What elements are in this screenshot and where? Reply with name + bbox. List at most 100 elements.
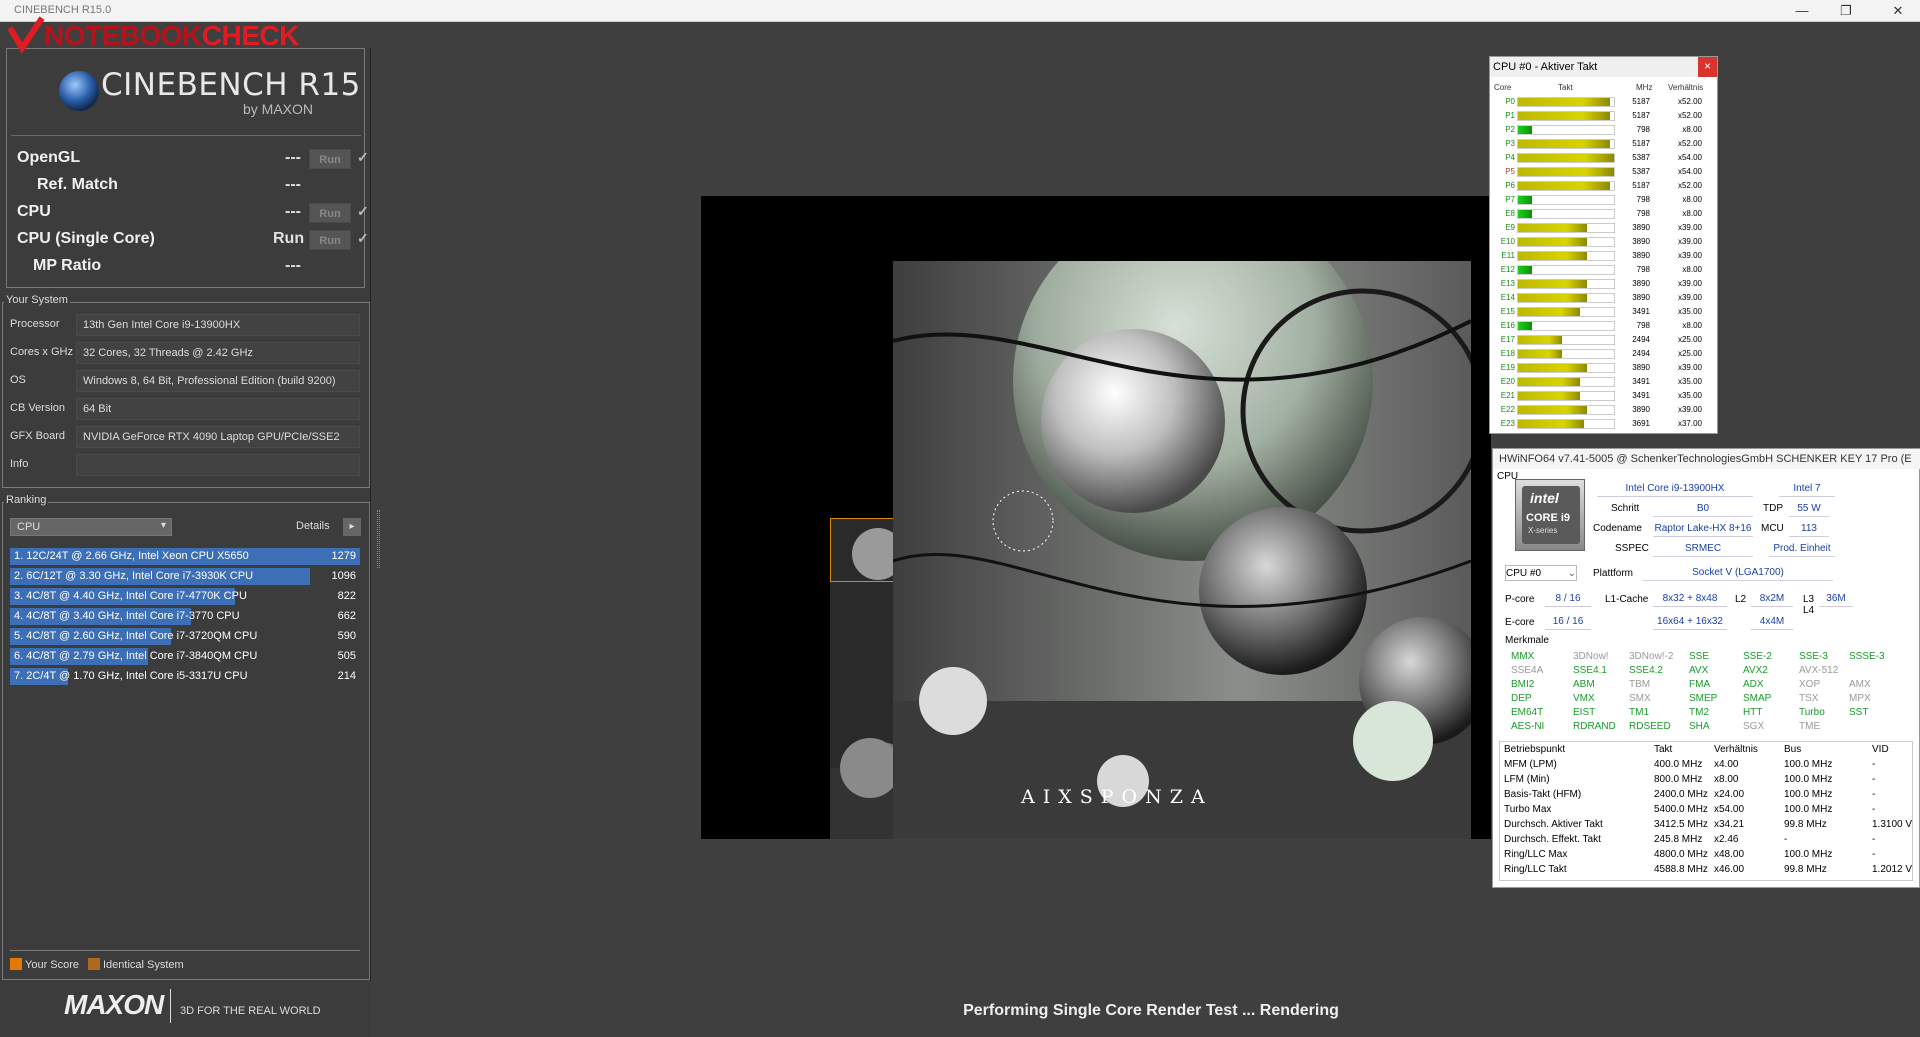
core-bar-track (1517, 223, 1615, 233)
feature-flag: SSE (1689, 651, 1710, 662)
aixsponza-logo: AIXSPONZA (1020, 786, 1213, 808)
core-bar-track (1517, 321, 1615, 331)
ranking-select[interactable]: CPU ▾ (10, 518, 172, 536)
core-ratio: x25.00 (1677, 349, 1702, 358)
cpu-clock-title[interactable]: CPU #0 - Aktiver Takt (1490, 57, 1717, 77)
feature-flag: TSX (1799, 693, 1819, 704)
op-cell: x8.00 (1714, 774, 1739, 785)
core-ratio: x52.00 (1677, 181, 1702, 190)
core-row: E23 3691 x37.00 (1490, 417, 1717, 431)
op-cell: MFM (LPM) (1504, 759, 1557, 770)
core-row: E14 3890 x39.00 (1490, 291, 1717, 305)
ranking-row[interactable]: 6. 4C/8T @ 2.79 GHz, Intel Core i7-3840Q… (10, 648, 360, 665)
system-value: 64 Bit (76, 398, 360, 420)
run-cpu-single-button[interactable]: Run (309, 230, 351, 250)
operating-points-table: Betriebspunkt Takt Verhältnis Bus VID MFM (LP… (1499, 741, 1913, 881)
core-name: P5 (1505, 167, 1515, 176)
core-name: P6 (1505, 181, 1515, 190)
feature-flag: AMX (1849, 679, 1871, 690)
maxon-logo: MAXON (64, 989, 164, 1020)
feature-flag: SMEP (1689, 693, 1718, 704)
cpu-clock-window: CPU #0 - Aktiver Takt × Core Takt MHz Ve… (1489, 56, 1718, 434)
run-opengl-button[interactable]: Run (309, 149, 351, 169)
maximize-button[interactable]: ❐ (1824, 0, 1868, 22)
op-cell: 100.0 MHz (1784, 849, 1833, 860)
core-mhz: 3890 (1632, 363, 1650, 372)
divider (11, 135, 361, 136)
core-name: E17 (1500, 335, 1515, 344)
render-bucket (830, 518, 894, 582)
ranking-row[interactable]: 3. 4C/8T @ 4.40 GHz, Intel Core i7-4770K… (10, 588, 360, 605)
core-bar-track (1517, 97, 1615, 107)
feature-flag: ADX (1743, 679, 1764, 690)
core-bar-track (1517, 181, 1615, 191)
cpu-select[interactable]: CPU #0 ⌄ (1505, 565, 1577, 581)
splitter-handle[interactable] (377, 510, 380, 568)
core-row: E9 3890 x39.00 (1490, 221, 1717, 235)
l3-value: 36M (1819, 591, 1853, 607)
badge-brand: intel (1530, 490, 1559, 506)
core-ratio: x25.00 (1677, 335, 1702, 344)
core-bar-fill (1518, 238, 1588, 246)
close-button[interactable]: ✕ (1876, 0, 1920, 22)
schritt-label: Schritt (1611, 503, 1640, 514)
core-row: E16 798 x8.00 (1490, 319, 1717, 333)
op-row: LFM (Min) 800.0 MHz x8.00 100.0 MHz - (1504, 774, 1916, 789)
core-name: P0 (1505, 97, 1515, 106)
core-ratio: x35.00 (1677, 391, 1702, 400)
core-bar-track (1517, 111, 1615, 121)
badge-line: CORE i9 (1526, 512, 1571, 524)
tdp-label: TDP (1763, 503, 1783, 514)
ranking-row[interactable]: 5. 4C/8T @ 2.60 GHz, Intel Core i7-3720Q… (10, 628, 360, 645)
ecore-label: E-core (1505, 617, 1535, 628)
core-name: P4 (1505, 153, 1515, 162)
core-mhz: 5187 (1632, 139, 1650, 148)
hwinfo-title[interactable]: HWiNFO64 v7.41-5005 @ SchenkerTechnologi… (1493, 449, 1920, 469)
op-row: MFM (LPM) 400.0 MHz x4.00 100.0 MHz - (1504, 759, 1916, 774)
system-key: Cores x GHz (10, 346, 73, 358)
details-label[interactable]: Details (296, 520, 330, 532)
op-cell: 100.0 MHz (1784, 789, 1833, 800)
test-cpu-single: CPU (Single Core) Run Run ✓ (17, 230, 369, 252)
feature-flag: EM64T (1511, 707, 1544, 718)
op-cell: 4588.8 MHz (1654, 864, 1708, 875)
ranking-score: 662 (337, 610, 356, 622)
ranking-row[interactable]: 4. 4C/8T @ 3.40 GHz, Intel Core i7-3770 … (10, 608, 360, 625)
ranking-row[interactable]: 2. 6C/12T @ 3.30 GHz, Intel Core i7-3930… (10, 568, 360, 585)
ranking-text: 7. 2C/4T @ 1.70 GHz, Intel Core i5-3317U… (14, 670, 248, 682)
test-label: OpenGL (17, 149, 81, 166)
ranking-row[interactable]: 7. 2C/4T @ 1.70 GHz, Intel Core i5-3317U… (10, 668, 360, 685)
ecore-value: 16 / 16 (1545, 614, 1591, 630)
core-bar-fill (1518, 392, 1581, 400)
system-key: Processor (10, 318, 60, 330)
run-cpu-button[interactable]: Run (309, 203, 351, 223)
check-icon[interactable]: ✓ (357, 203, 369, 220)
core-bar-fill (1518, 308, 1581, 316)
info-field[interactable] (76, 454, 360, 476)
core-mhz: 5387 (1632, 167, 1650, 176)
check-icon[interactable]: ✓ (357, 230, 369, 247)
test-opengl: OpenGL --- Run ✓ (17, 149, 369, 171)
your-system-label: Your System (4, 294, 70, 306)
plattform-value: Socket V (LGA1700) (1643, 565, 1833, 581)
details-arrow-icon[interactable]: ▸ (343, 518, 361, 536)
ranking-row[interactable]: 1. 12C/24T @ 2.66 GHz, Intel Xeon CPU X5… (10, 548, 360, 565)
core-mhz: 798 (1636, 265, 1650, 274)
minimize-button[interactable]: — (1780, 0, 1824, 22)
core-bar-fill (1518, 140, 1611, 148)
op-cell: x4.00 (1714, 759, 1739, 770)
feature-flag: SMX (1629, 693, 1651, 704)
core-bar-track (1517, 335, 1615, 345)
core-ratio: x39.00 (1677, 251, 1702, 260)
core-mhz: 3890 (1632, 237, 1650, 246)
core-bar-track (1517, 363, 1615, 373)
core-bar-fill (1518, 336, 1563, 344)
feature-flag: TM2 (1689, 707, 1709, 718)
feature-flag: MPX (1849, 693, 1871, 704)
op-cell: - (1872, 849, 1876, 860)
core-bar-fill (1518, 112, 1611, 120)
op-cell: - (1872, 804, 1876, 815)
system-row: Cores x GHz 32 Cores, 32 Threads @ 2.42 G… (8, 342, 362, 364)
close-icon[interactable]: × (1698, 57, 1717, 77)
check-icon[interactable]: ✓ (357, 149, 369, 166)
